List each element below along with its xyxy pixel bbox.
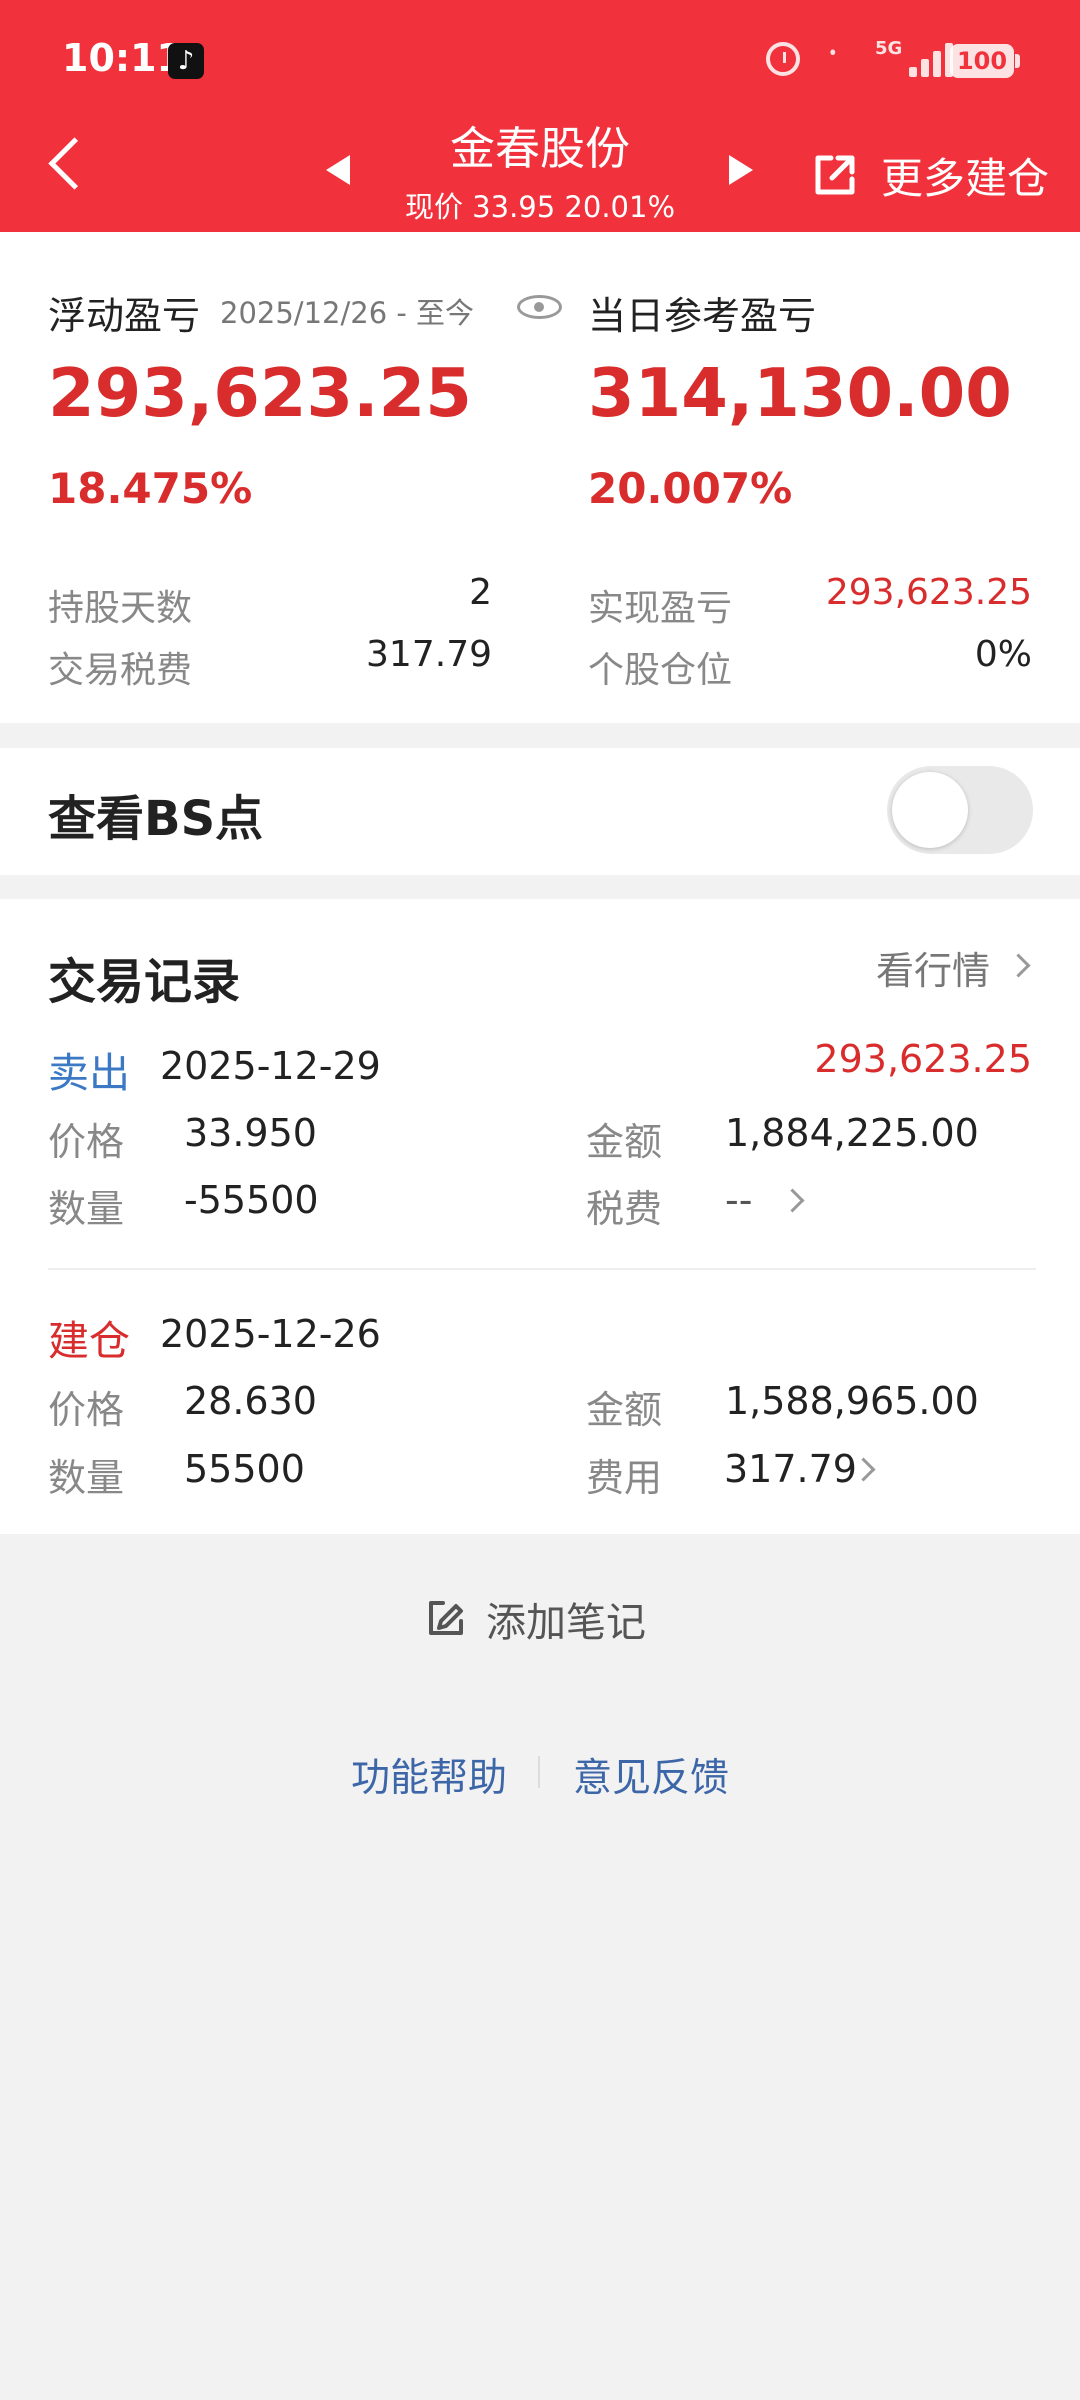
sell-tax[interactable]: -- [725,1178,752,1222]
buy-amount-label: 金额 [586,1388,663,1432]
date-range: 2025/12/26 - 至今 [220,296,475,330]
share-icon[interactable] [810,150,860,200]
tax-fee-value: 317.79 [366,634,492,675]
sell-tax-label: 税费 [586,1187,663,1231]
eye-icon[interactable] [517,295,562,319]
sell-amount: 1,884,225.00 [725,1111,979,1155]
buy-fee-label: 费用 [586,1456,663,1500]
view-market-link[interactable]: 看行情 [876,940,990,995]
tax-fee-label: 交易税费 [48,650,193,691]
bluetooth-icon: ᛫ [822,35,844,76]
sell-quantity-label: 数量 [48,1187,125,1231]
battery-icon: 100 [950,44,1020,78]
sell-amount-label: 金额 [586,1120,663,1164]
back-icon[interactable] [48,137,101,190]
buy-quantity-label: 数量 [48,1456,125,1500]
daily-reference-label: 当日参考盈亏 [588,294,817,338]
sell-price: 33.950 [184,1111,317,1155]
buy-fee[interactable]: 317.79 [724,1447,857,1491]
buy-type: 建仓 [48,1317,130,1365]
realized-pl-label: 实现盈亏 [588,588,733,629]
trade-records-title: 交易记录 [48,954,241,1010]
floating-pl-label: 浮动盈亏 [48,294,201,338]
network-label: 5G [875,38,903,59]
sell-date: 2025-12-29 [160,1044,381,1088]
realized-pl-value: 293,623.25 [825,572,1032,613]
alarm-icon [766,42,800,76]
sell-price-label: 价格 [48,1120,125,1164]
edit-note-icon[interactable] [425,1597,467,1639]
more-build-button[interactable]: 更多建仓 [881,145,1049,206]
sell-profit: 293,623.25 [814,1037,1032,1081]
buy-price: 28.630 [184,1379,317,1423]
next-stock-icon[interactable] [729,155,753,185]
buy-amount: 1,588,965.00 [725,1379,979,1423]
toggle-knob[interactable] [892,772,968,848]
holding-days-value: 2 [469,572,492,613]
feedback-link[interactable]: 意见反馈 [573,1747,729,1803]
sell-quantity: -55500 [184,1178,319,1222]
status-time: 10:11 [62,36,183,80]
position-ratio-value: 0% [974,634,1032,675]
add-note-button[interactable]: 添加笔记 [486,1590,646,1648]
stock-name: 金春股份 [449,122,630,175]
daily-reference-value: 314,130.00 [588,354,1012,432]
sell-type: 卖出 [48,1049,130,1097]
trade-divider [48,1268,1036,1270]
top-header: 10:11 ♪ ᛫ 5G 100 金春股份 现价 33.95 20.01% 更多… [0,0,1080,232]
daily-reference-percent: 20.007% [588,464,793,513]
bs-point-title: 查看BS点 [48,791,264,847]
floating-pl-value: 293,623.25 [48,354,472,432]
position-ratio-label: 个股仓位 [588,650,733,691]
floating-pl-percent: 18.475% [48,464,253,513]
help-link[interactable]: 功能帮助 [351,1747,507,1803]
bs-point-toggle[interactable] [887,766,1033,854]
buy-date: 2025-12-26 [160,1312,381,1356]
buy-price-label: 价格 [48,1388,125,1432]
current-price: 现价 33.95 20.01% [404,190,676,224]
buy-quantity: 55500 [184,1447,305,1491]
previous-stock-icon[interactable] [326,155,350,185]
holding-days-label: 持股天数 [48,588,193,629]
link-separator [538,1756,540,1788]
tiktok-icon: ♪ [168,43,204,79]
